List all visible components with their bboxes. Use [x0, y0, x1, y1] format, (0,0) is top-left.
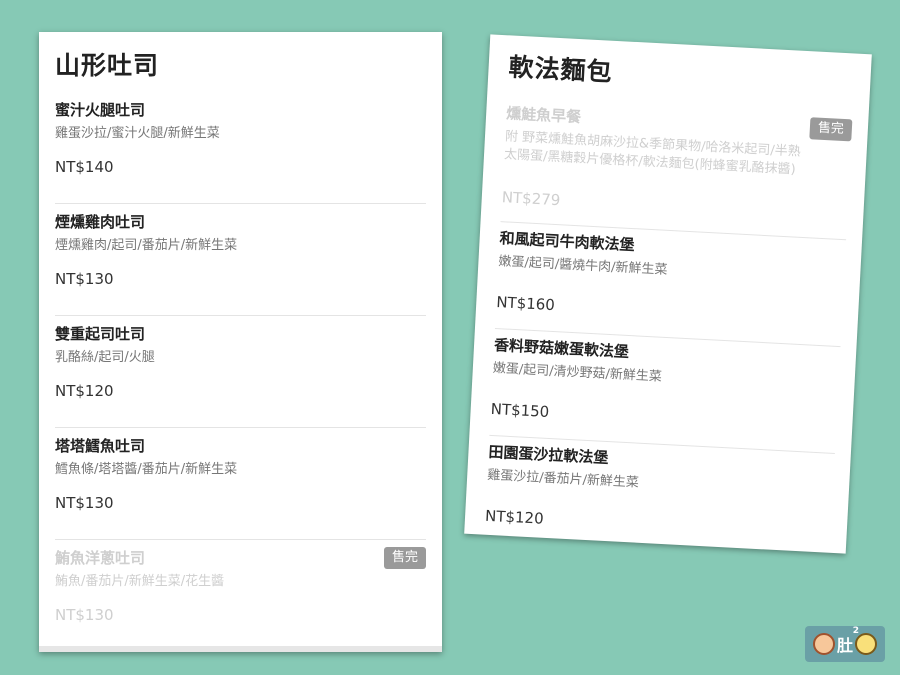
item-name: 塔塔鱈魚吐司 [55, 437, 146, 455]
item-price: NT$130 [55, 494, 114, 512]
menu-item[interactable]: 田園蛋沙拉軟法堡 雞蛋沙拉/番茄片/新鮮生菜 NT$120 [484, 436, 835, 561]
menu-card-soft-bread: 軟法麵包 燻鮭魚早餐 附 野菜燻鮭魚胡麻沙拉&季節果物/哈洛米起司/半熟太陽蛋/… [464, 34, 872, 554]
sold-out-badge: 售完 [809, 117, 853, 142]
menu-item[interactable]: 和風起司牛肉軟法堡 嫩蛋/起司/醬燒牛肉/新鮮生菜 NT$160 [494, 222, 847, 348]
menu-item[interactable]: 雙重起司吐司 乳酪絲/起司/火腿 NT$120 [55, 316, 426, 428]
item-description: 乳酪絲/起司/火腿 [55, 350, 155, 365]
item-price: NT$130 [55, 270, 114, 288]
section-title: 軟法麵包 [507, 52, 614, 87]
brand-logo: 肚2 [805, 626, 885, 662]
item-price: NT$120 [55, 382, 114, 400]
item-price: NT$120 [484, 506, 545, 528]
boy-face-icon [855, 633, 877, 655]
menu-item-sold-out: 燻鮭魚早餐 附 野菜燻鮭魚胡麻沙拉&季節果物/哈洛米起司/半熟太陽蛋/黑糖穀片優… [500, 97, 853, 241]
item-name: 雙重起司吐司 [55, 325, 146, 343]
menu-item[interactable]: 塔塔鱈魚吐司 鱈魚條/塔塔醬/番茄片/新鮮生菜 NT$130 [55, 428, 426, 540]
menu-item-sold-out: 鮪魚洋蔥吐司 鮪魚/番茄片/新鮮生菜/花生醬 NT$130 售完 [55, 540, 426, 652]
menu-item[interactable]: 蜜汁火腿吐司 雞蛋沙拉/蜜汁火腿/新鮮生菜 NT$140 [55, 92, 426, 204]
item-name: 煙燻雞肉吐司 [55, 213, 146, 231]
section-title: 山形吐司 [55, 51, 160, 80]
item-price: NT$150 [490, 399, 550, 421]
item-name: 蜜汁火腿吐司 [55, 101, 146, 119]
item-price: NT$160 [495, 293, 556, 315]
item-description: 鮪魚/番茄片/新鮮生菜/花生醬 [55, 574, 225, 589]
item-name: 鮪魚洋蔥吐司 [55, 549, 146, 567]
logo-text: 肚2 [836, 626, 859, 655]
menu-card-toast: 山形吐司 蜜汁火腿吐司 雞蛋沙拉/蜜汁火腿/新鮮生菜 NT$140 煙燻雞肉吐司… [39, 32, 442, 652]
sold-out-badge: 售完 [383, 547, 426, 569]
item-price: NT$140 [55, 158, 114, 176]
girl-face-icon [812, 633, 835, 655]
item-price: NT$279 [501, 188, 561, 210]
item-description: 雞蛋沙拉/蜜汁火腿/新鮮生菜 [55, 126, 220, 141]
item-description: 煙燻雞肉/起司/番茄片/新鮮生菜 [55, 238, 238, 253]
menu-item[interactable]: 香料野菇嫩蛋軟法堡 嫩蛋/起司/清炒野菇/新鮮生菜 NT$150 [489, 328, 841, 454]
item-description: 鱈魚條/塔塔醬/番茄片/新鮮生菜 [55, 462, 238, 477]
menu-item[interactable]: 煙燻雞肉吐司 煙燻雞肉/起司/番茄片/新鮮生菜 NT$130 [55, 204, 426, 316]
item-price: NT$130 [55, 606, 114, 624]
